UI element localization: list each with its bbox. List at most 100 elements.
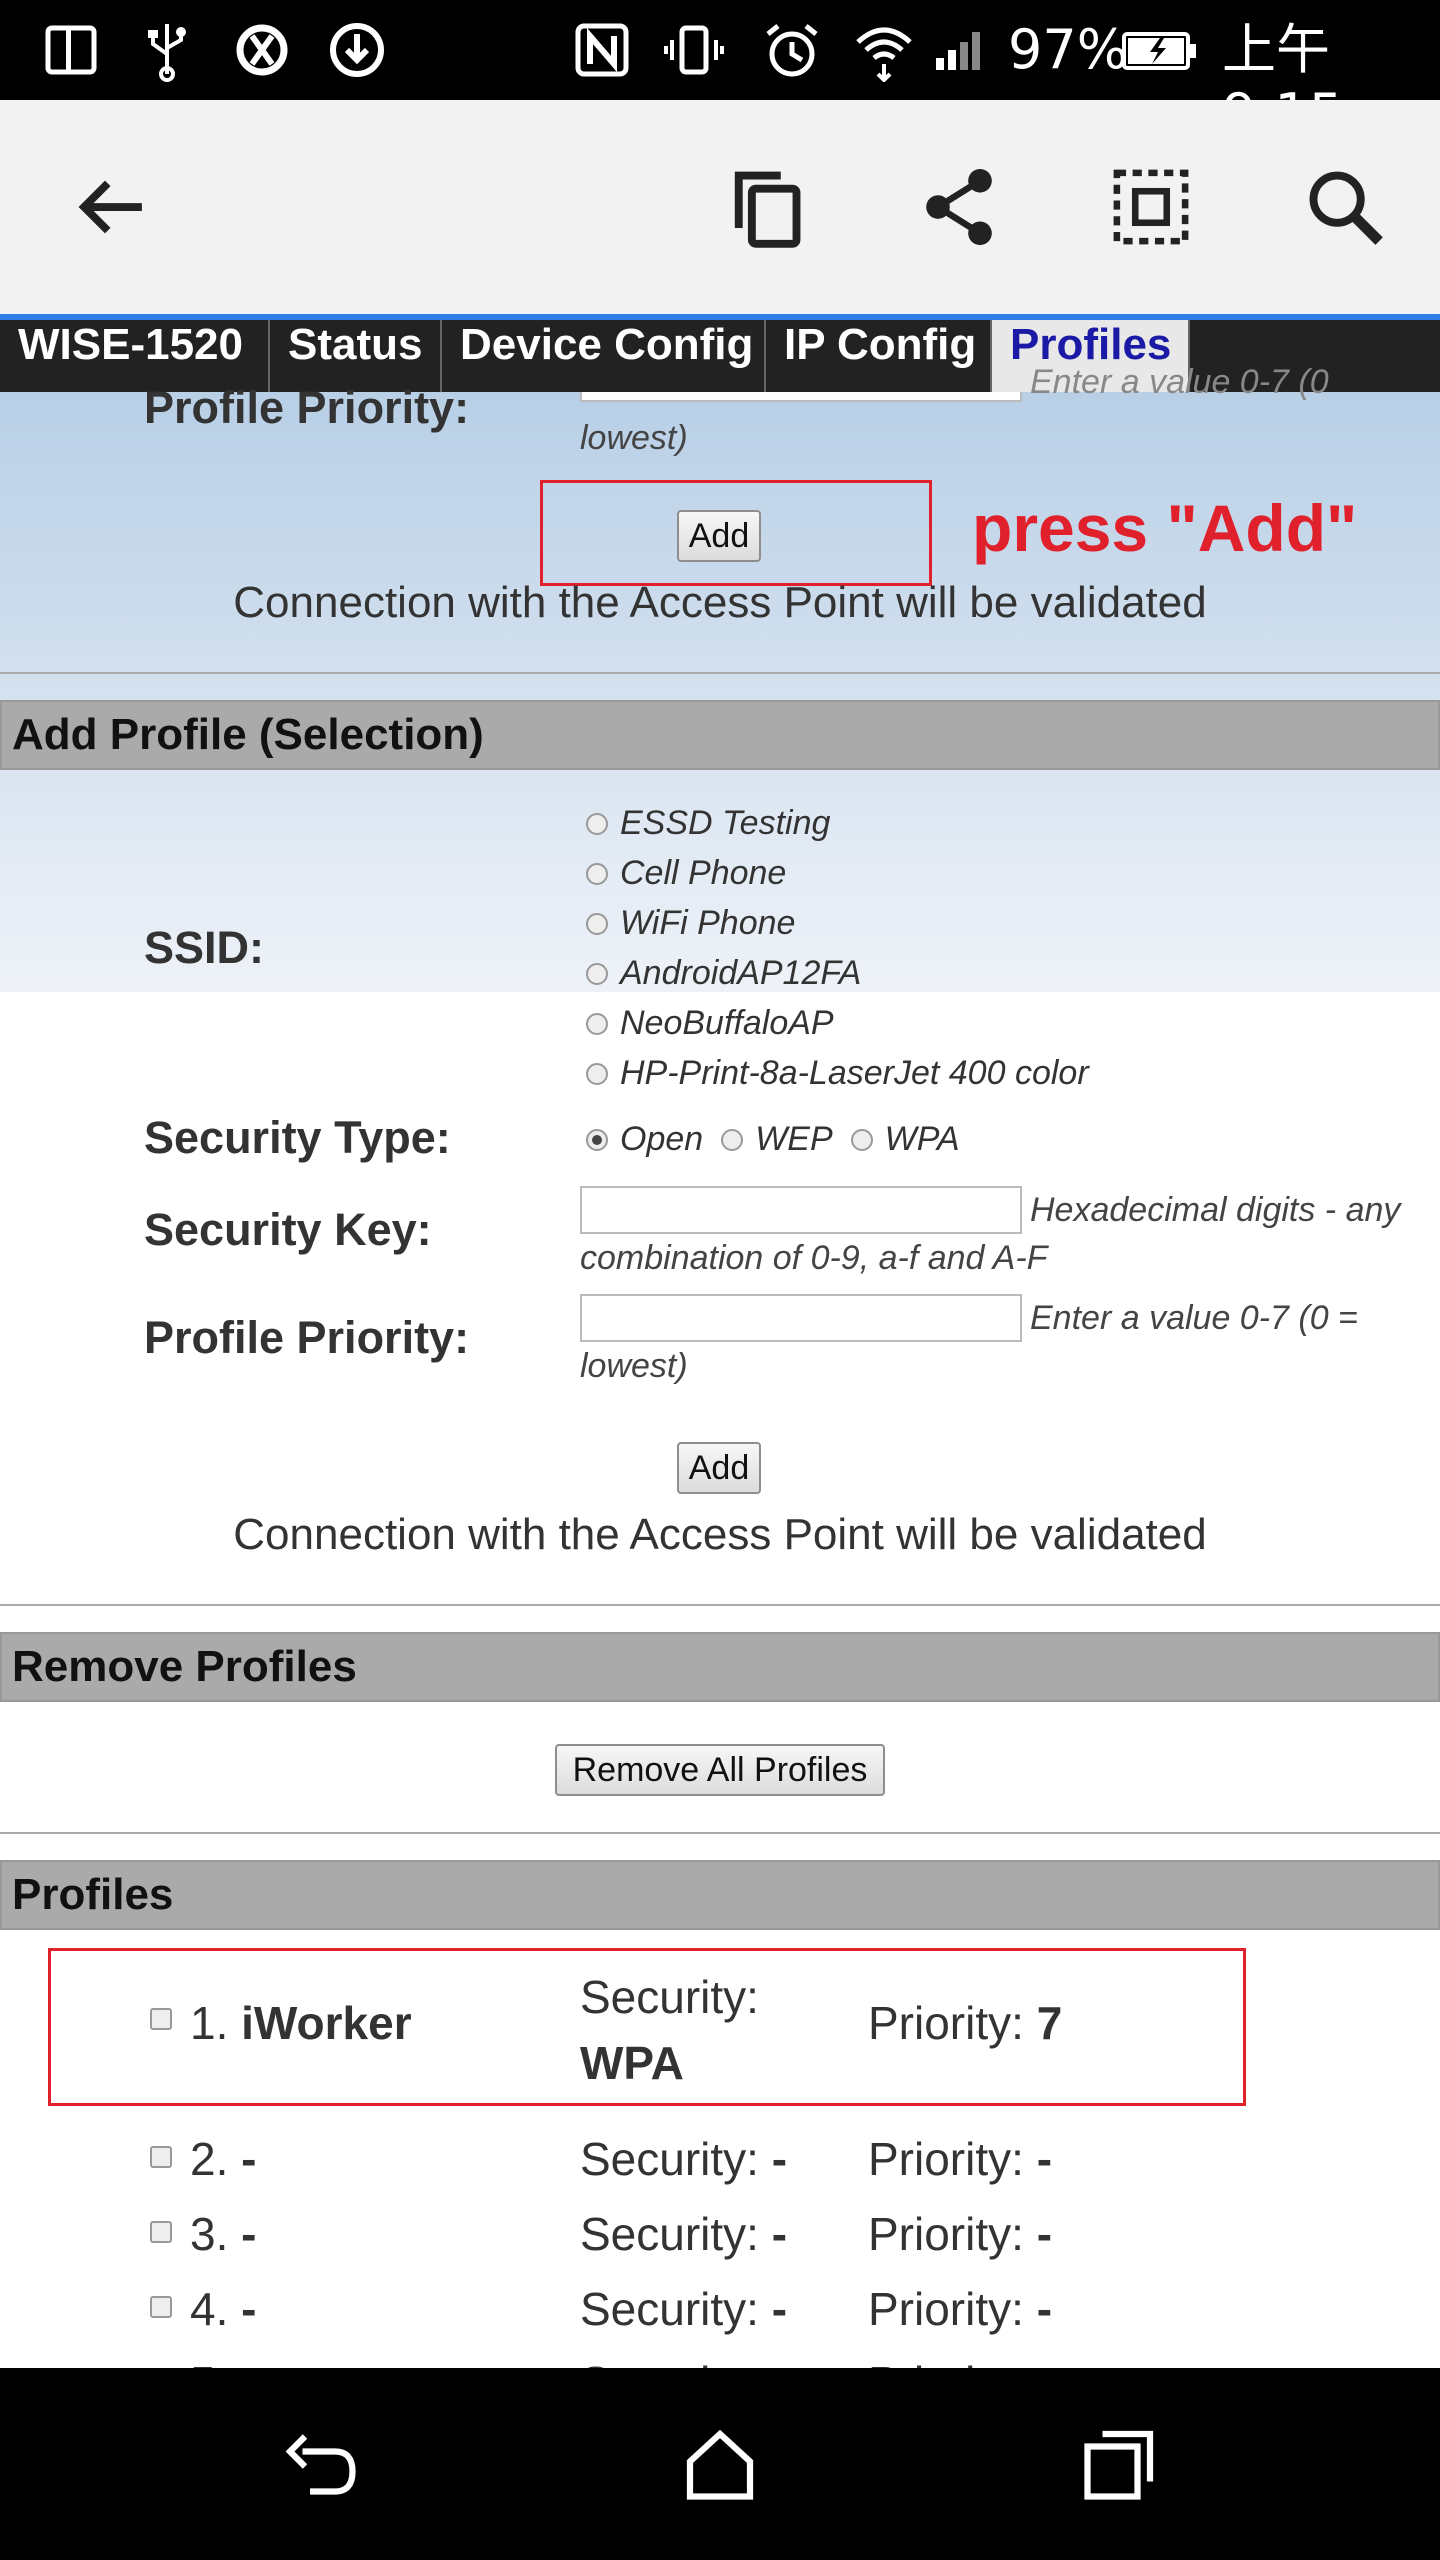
security-key-hint-line2: combination of 0-9, a-f and A-F [580, 1239, 1048, 1277]
profile-priority: Priority: - [868, 2133, 1053, 2185]
tab-ip-config[interactable]: IP Config [766, 320, 992, 392]
validation-note-top: Connection with the Access Point will be… [233, 578, 1207, 627]
phone-manager-icon [40, 18, 104, 82]
security-wep-label: WEP [755, 1120, 833, 1158]
add-button[interactable]: Add [677, 1442, 761, 1494]
share-icon[interactable] [904, 152, 1014, 262]
remove-profiles-heading: Remove Profiles [0, 1632, 1440, 1702]
profile-checkbox[interactable] [150, 2008, 172, 2030]
ssid-option-label: Cell Phone [620, 854, 787, 892]
validation-note: Connection with the Access Point will be… [233, 1510, 1207, 1559]
wifi-icon [852, 18, 916, 83]
add-profile-selection-heading: Add Profile (Selection) [0, 700, 1440, 770]
ssid-option-label: NeoBuffaloAP [620, 1004, 834, 1042]
profile-priority: Priority: - [868, 2356, 1052, 2368]
ssid-option-label: WiFi Phone [620, 904, 796, 942]
profile-checkbox[interactable] [150, 2146, 172, 2168]
copy-icon[interactable] [710, 152, 820, 262]
ssid-option-1[interactable]: ESSD Testing [586, 804, 830, 843]
profile-security: Security: - [580, 2208, 788, 2260]
profile-name: 3. - [190, 2208, 257, 2260]
ssid-option-label: HP-Print-8a-LaserJet 400 color [620, 1054, 1089, 1092]
signal-icon [928, 18, 992, 82]
ssid-option-2[interactable]: Cell Phone [586, 854, 786, 893]
divider-3 [0, 1832, 1440, 1834]
profile-row-5: 5. - Security: - Priority: - [0, 2356, 1440, 2368]
security-key-label: Security Key: [144, 1204, 432, 1255]
profile-name: 1. iWorker [190, 1997, 412, 2049]
priority-hint-top-line2: lowest) [580, 419, 688, 457]
profile-row-1: 1. iWorker Security: WPA Priority: 7 [0, 1971, 1440, 2092]
profile-priority-label: Profile Priority: [144, 1312, 470, 1363]
radio-wpa[interactable] [850, 1128, 873, 1151]
ssid-option-4[interactable]: AndroidAP12FA [586, 954, 861, 993]
security-type-options: Open WEP WPA [586, 1120, 960, 1159]
profile-priority-label-top: Profile Priority: [144, 382, 470, 433]
profile-name: 2. - [190, 2133, 257, 2185]
security-open-label: Open [620, 1120, 704, 1158]
select-icon[interactable] [1096, 152, 1206, 262]
profile-checkbox[interactable] [150, 2296, 172, 2318]
profile-security: Security: - [580, 2356, 787, 2368]
profile-security: Security: - [580, 2283, 788, 2335]
radio-icon[interactable] [586, 1062, 608, 1085]
sync-icon [230, 18, 294, 82]
radio-icon[interactable] [586, 962, 608, 985]
app-toolbar [0, 100, 1440, 314]
webview: WISE-1520 Status Device Config IP Config… [0, 320, 1440, 2368]
nfc-icon [570, 18, 634, 82]
home-nav-icon[interactable] [664, 2408, 776, 2520]
security-type-label: Security Type: [144, 1112, 451, 1163]
priority-hint-top-line1: Enter a value 0-7 (0 [1030, 363, 1329, 401]
remove-all-profiles-button[interactable]: Remove All Profiles [555, 1744, 885, 1796]
profile-row-2: 2. - Security: - Priority: - [0, 2132, 1440, 2202]
profile-priority-input-top[interactable] [580, 392, 1022, 402]
profile-security: Security: - [580, 2133, 788, 2185]
recents-nav-icon[interactable] [1064, 2408, 1176, 2520]
profiles-heading: Profiles [0, 1860, 1440, 1930]
battery-percent: 97% [1008, 18, 1129, 81]
ssid-option-6[interactable]: HP-Print-8a-LaserJet 400 color [586, 1054, 1089, 1093]
usb-icon [135, 18, 199, 82]
system-nav-bar [0, 2368, 1440, 2560]
radio-wep[interactable] [721, 1128, 744, 1151]
profile-name: 4. - [190, 2283, 257, 2335]
ssid-option-label: AndroidAP12FA [620, 954, 862, 992]
profile-security: Security: WPA [580, 1971, 759, 2089]
radio-open[interactable] [586, 1128, 608, 1151]
download-icon [325, 18, 389, 82]
status-bar: 97% 上午9:15 [0, 0, 1440, 145]
divider-2 [0, 1604, 1440, 1606]
profile-priority-input[interactable] [580, 1294, 1022, 1342]
ssid-label: SSID: [144, 922, 265, 973]
security-wpa-label: WPA [884, 1120, 960, 1158]
profile-row-4: 4. - Security: - Priority: - [0, 2282, 1440, 2352]
battery-charging-icon [1120, 18, 1200, 82]
priority-hint-line2: lowest) [580, 1347, 688, 1385]
add-button-top[interactable]: Add [677, 510, 761, 562]
priority-hint-line1: Enter a value 0-7 (0 = [1030, 1299, 1358, 1337]
radio-icon[interactable] [586, 1012, 608, 1035]
ssid-option-label: ESSD Testing [620, 804, 831, 842]
back-nav-icon[interactable] [264, 2408, 376, 2520]
radio-icon[interactable] [586, 912, 608, 935]
divider-1 [0, 672, 1440, 674]
profile-row-3: 3. - Security: - Priority: - [0, 2207, 1440, 2277]
back-arrow-icon[interactable] [58, 152, 168, 262]
ssid-option-3[interactable]: WiFi Phone [586, 904, 795, 943]
radio-icon[interactable] [586, 812, 608, 835]
profile-priority: Priority: 7 [868, 1997, 1063, 2049]
tab-device-config[interactable]: Device Config [442, 320, 766, 392]
search-icon[interactable] [1290, 152, 1400, 262]
alarm-icon [760, 18, 824, 82]
ssid-option-5[interactable]: NeoBuffaloAP [586, 1004, 834, 1043]
security-key-hint-line1: Hexadecimal digits - any [1030, 1191, 1401, 1229]
annotation-press-add: press "Add" [972, 491, 1358, 565]
profile-name: 5. - [190, 2356, 256, 2368]
profile-priority: Priority: - [868, 2283, 1053, 2335]
vibrate-icon [662, 18, 726, 82]
profile-checkbox[interactable] [150, 2221, 172, 2243]
radio-icon[interactable] [586, 862, 608, 885]
security-key-input[interactable] [580, 1186, 1022, 1234]
profile-priority: Priority: - [868, 2208, 1053, 2260]
